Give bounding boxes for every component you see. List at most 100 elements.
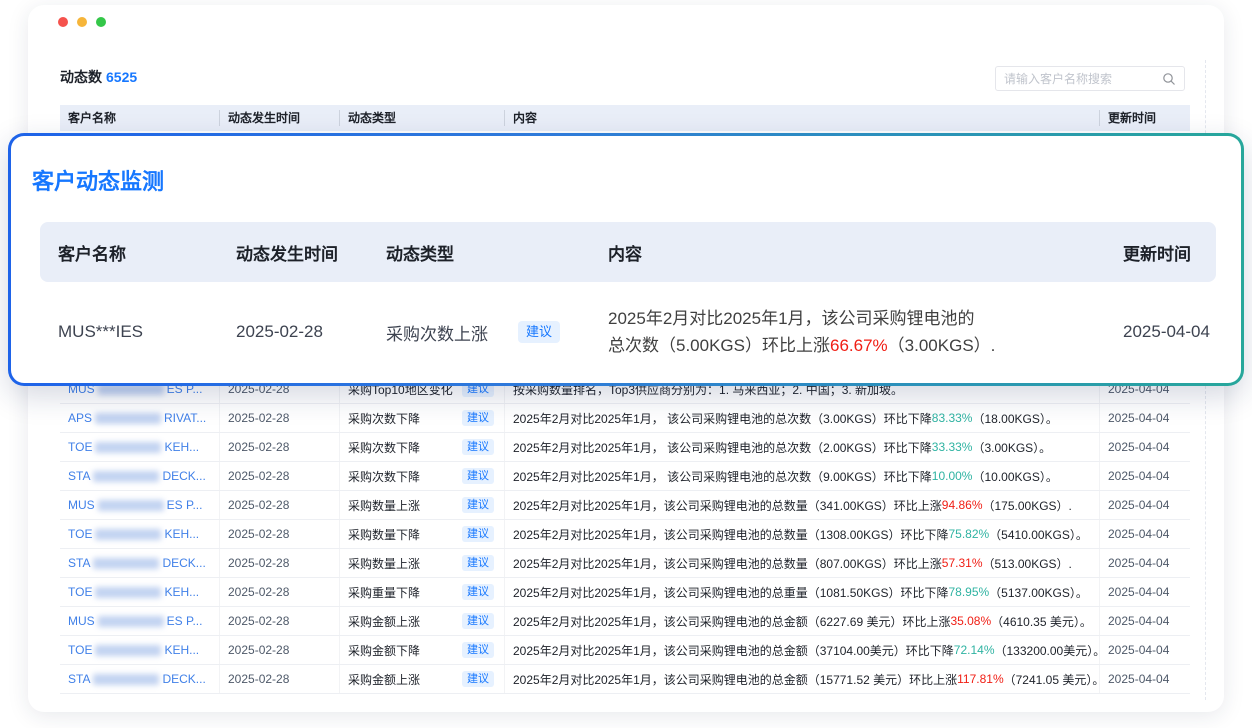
event-content: 2025年2月对比2025年1月，该公司采购锂电池的总金额（6227.69 美元…	[505, 607, 1100, 635]
event-date: 2025-02-28	[220, 491, 340, 519]
content-tail: （3.00KGS）。	[972, 439, 1051, 456]
customer-name-link[interactable]: TOE KEH...	[60, 433, 220, 461]
minimize-window-icon[interactable]	[77, 17, 87, 27]
event-date: 2025-02-28	[220, 665, 340, 693]
redacted-name-blur	[93, 471, 159, 482]
customer-name-link[interactable]: MUS ES P...	[60, 607, 220, 635]
table-row[interactable]: STA DECK... 2025-02-28 采购数量上涨 建议 2025年2月…	[60, 549, 1190, 578]
suggestion-badge[interactable]: 建议	[462, 439, 494, 455]
monitor-table-header: 客户名称 动态发生时间 动态类型 内容 更新时间	[40, 222, 1216, 282]
content-text: 2025年2月对比2025年1月，该公司采购锂电池的总重量（1081.50KGS…	[513, 584, 948, 601]
suggestion-badge[interactable]: 建议	[462, 468, 494, 484]
customer-name-prefix: MUS	[68, 498, 95, 512]
event-type-cell: 采购重量下降 建议	[340, 578, 505, 606]
dynamics-count-value: 6525	[106, 69, 137, 85]
customer-name-prefix: TOE	[68, 527, 92, 541]
customer-name-prefix: TOE	[68, 643, 92, 657]
update-date: 2025-04-04	[1100, 607, 1190, 635]
event-type-label: 采购数量下降	[348, 526, 420, 543]
monitor-suggestion-badge[interactable]: 建议	[518, 321, 560, 343]
table-row[interactable]: TOE KEH... 2025-02-28 采购重量下降 建议 2025年2月对…	[60, 578, 1190, 607]
suggestion-badge[interactable]: 建议	[462, 410, 494, 426]
monitor-header-content: 内容	[590, 240, 1105, 265]
suggestion-badge[interactable]: 建议	[462, 497, 494, 513]
customer-search-box[interactable]	[995, 66, 1185, 91]
customer-name-link[interactable]: STA DECK...	[60, 665, 220, 693]
event-type-cell: 采购次数下降 建议	[340, 404, 505, 432]
header-event-date: 动态发生时间	[220, 110, 340, 126]
suggestion-badge[interactable]: 建议	[462, 555, 494, 571]
table-row[interactable]: MUS ES P... 2025-02-28 采购金额上涨 建议 2025年2月…	[60, 607, 1190, 636]
event-content: 2025年2月对比2025年1月， 该公司采购锂电池的总次数（3.00KGS）环…	[505, 404, 1100, 432]
content-percent: 94.86%	[942, 498, 983, 512]
maximize-window-icon[interactable]	[96, 17, 106, 27]
content-tail: （5137.00KGS）。	[989, 584, 1088, 601]
customer-name-suffix: KEH...	[164, 585, 199, 599]
event-date: 2025-02-28	[220, 578, 340, 606]
monitor-content-percent: 66.67%	[830, 336, 888, 355]
event-content: 2025年2月对比2025年1月，该公司采购锂电池的总数量（1308.00KGS…	[505, 520, 1100, 548]
table-row[interactable]: TOE KEH... 2025-02-28 采购金额下降 建议 2025年2月对…	[60, 636, 1190, 665]
content-text: 2025年2月对比2025年1月， 该公司采购锂电池的总次数（2.00KGS）环…	[513, 439, 932, 456]
table-row[interactable]: STA DECK... 2025-02-28 采购金额上涨 建议 2025年2月…	[60, 665, 1190, 694]
monitor-header-event-type: 动态类型	[368, 240, 590, 265]
close-window-icon[interactable]	[58, 17, 68, 27]
event-date: 2025-02-28	[220, 433, 340, 461]
content-percent: 75.82%	[948, 527, 989, 541]
update-date: 2025-04-04	[1100, 665, 1190, 693]
suggestion-badge[interactable]: 建议	[462, 642, 494, 658]
table-row[interactable]: TOE KEH... 2025-02-28 采购数量下降 建议 2025年2月对…	[60, 520, 1190, 549]
customer-name-link[interactable]: STA DECK...	[60, 462, 220, 490]
content-tail: （18.00KGS）。	[972, 410, 1057, 427]
suggestion-badge[interactable]: 建议	[462, 671, 494, 687]
event-type-label: 采购数量上涨	[348, 555, 420, 572]
redacted-name-blur	[95, 587, 161, 598]
redacted-name-blur	[95, 413, 161, 424]
monitor-event-content: 2025年2月对比2025年1月，该公司采购锂电池的 总次数（5.00KGS）环…	[590, 305, 1105, 359]
event-type-cell: 采购数量下降 建议	[340, 520, 505, 548]
content-text: 2025年2月对比2025年1月，该公司采购锂电池的总数量（807.00KGS）…	[513, 555, 942, 572]
suggestion-badge[interactable]: 建议	[462, 613, 494, 629]
event-type-label: 采购金额上涨	[348, 671, 420, 688]
customer-name-suffix: KEH...	[164, 527, 199, 541]
content-tail: （175.00KGS）.	[983, 497, 1072, 514]
customer-name-link[interactable]: MUS ES P...	[60, 491, 220, 519]
customer-name-link[interactable]: APS RIVAT...	[60, 404, 220, 432]
search-input[interactable]	[1004, 72, 1162, 86]
monitor-customer-name: MUS***IES	[40, 322, 218, 342]
event-date: 2025-02-28	[220, 549, 340, 577]
table-row[interactable]: APS RIVAT... 2025-02-28 采购次数下降 建议 2025年2…	[60, 404, 1190, 433]
content-tail: （10.00KGS）。	[972, 468, 1057, 485]
customer-name-link[interactable]: STA DECK...	[60, 549, 220, 577]
customer-name-suffix: RIVAT...	[164, 411, 206, 425]
redacted-name-blur	[98, 500, 164, 511]
event-date: 2025-02-28	[220, 520, 340, 548]
customer-name-prefix: MUS	[68, 614, 95, 628]
update-date: 2025-04-04	[1100, 404, 1190, 432]
suggestion-badge[interactable]: 建议	[462, 584, 494, 600]
monitor-event-date: 2025-02-28	[218, 322, 368, 342]
customer-name-prefix: STA	[68, 469, 90, 483]
event-content: 2025年2月对比2025年1月， 该公司采购锂电池的总次数（2.00KGS）环…	[505, 433, 1100, 461]
table-row[interactable]: TOE KEH... 2025-02-28 采购次数下降 建议 2025年2月对…	[60, 433, 1190, 462]
customer-name-prefix: STA	[68, 556, 90, 570]
update-date: 2025-04-04	[1100, 491, 1190, 519]
customer-name-link[interactable]: TOE KEH...	[60, 520, 220, 548]
monitor-event-type-label: 采购次数上涨	[386, 320, 488, 345]
monitor-table-row[interactable]: MUS***IES 2025-02-28 采购次数上涨 建议 2025年2月对比…	[40, 286, 1216, 378]
customer-name-suffix: DECK...	[162, 469, 205, 483]
redacted-name-blur	[98, 616, 164, 627]
suggestion-badge[interactable]: 建议	[462, 526, 494, 542]
update-date: 2025-04-04	[1100, 433, 1190, 461]
event-type-label: 采购次数下降	[348, 439, 420, 456]
event-type-cell: 采购金额下降 建议	[340, 636, 505, 664]
update-date: 2025-04-04	[1100, 636, 1190, 664]
table-row[interactable]: STA DECK... 2025-02-28 采购次数下降 建议 2025年2月…	[60, 462, 1190, 491]
content-tail: （5410.00KGS）。	[989, 526, 1088, 543]
header-content: 内容	[505, 110, 1100, 126]
customer-dynamics-monitor-card: 客户动态监测 客户名称 动态发生时间 动态类型 内容 更新时间 MUS***IE…	[8, 133, 1244, 386]
update-date: 2025-04-04	[1100, 549, 1190, 577]
customer-name-link[interactable]: TOE KEH...	[60, 636, 220, 664]
table-row[interactable]: MUS ES P... 2025-02-28 采购数量上涨 建议 2025年2月…	[60, 491, 1190, 520]
customer-name-link[interactable]: TOE KEH...	[60, 578, 220, 606]
